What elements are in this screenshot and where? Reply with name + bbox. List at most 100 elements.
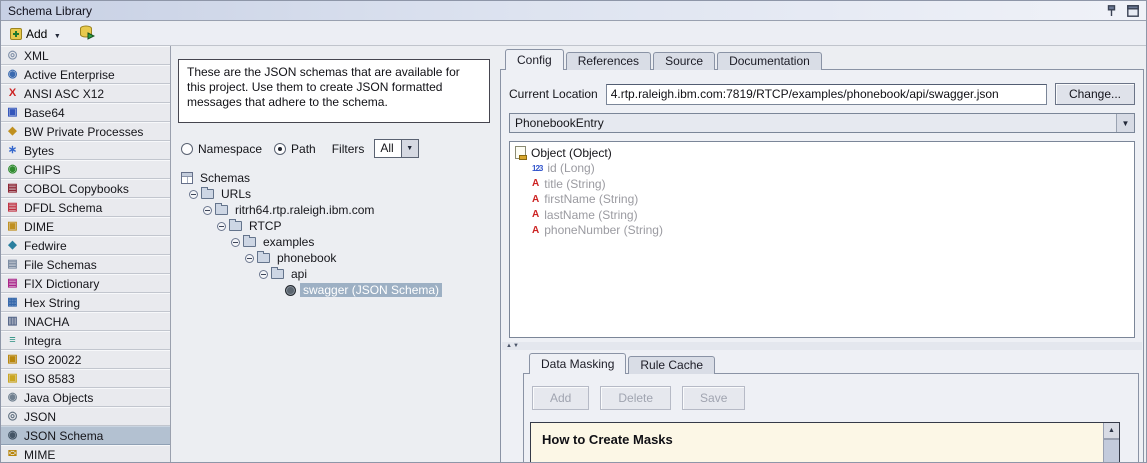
tree-expand-handle-icon[interactable] bbox=[189, 190, 198, 199]
inacha-icon: ▥ bbox=[6, 315, 19, 328]
tree-expand-handle-icon[interactable] bbox=[217, 222, 226, 231]
tree-expand-handle-icon[interactable] bbox=[245, 254, 254, 263]
filters-combobox[interactable]: All bbox=[374, 139, 418, 158]
titlebar[interactable]: Schema Library bbox=[1, 1, 1146, 21]
sidebar-item[interactable]: ✉ MIME bbox=[1, 445, 170, 462]
dfdl-schema-icon: ▤ bbox=[6, 201, 19, 214]
sidebar-item[interactable]: X ANSI ASC X12 bbox=[1, 84, 170, 103]
scroll-up-arrow-icon[interactable] bbox=[1104, 423, 1119, 439]
xml-icon: ◎ bbox=[6, 49, 19, 62]
schemas-root-icon bbox=[181, 172, 193, 184]
string-icon: A bbox=[532, 225, 539, 236]
hex-string-icon: ▦ bbox=[6, 296, 19, 309]
filters-dropdown-arrow-icon[interactable] bbox=[401, 140, 418, 157]
scrollbar-thumb[interactable] bbox=[1104, 439, 1119, 463]
sidebar-item[interactable]: ▤ File Schemas bbox=[1, 255, 170, 274]
tree-node[interactable]: api bbox=[181, 266, 496, 282]
add-button[interactable]: Add bbox=[6, 24, 67, 44]
fix-dictionary-icon: ▤ bbox=[6, 277, 19, 290]
tree-expand-handle-icon[interactable] bbox=[259, 270, 268, 279]
current-location-field[interactable] bbox=[606, 84, 1047, 105]
tree-node[interactable]: swagger (JSON Schema) bbox=[181, 282, 496, 298]
schema-browser-panel: These are the JSON schemas that are avai… bbox=[172, 46, 498, 462]
tab-rule-cache[interactable]: Rule Cache bbox=[628, 356, 715, 374]
float-window-icon[interactable] bbox=[1126, 4, 1140, 18]
sidebar-item[interactable]: ▥ INACHA bbox=[1, 312, 170, 331]
json-schema-icon bbox=[285, 285, 296, 296]
help-scrollbar[interactable] bbox=[1103, 423, 1119, 463]
entry-dropdown-arrow-icon[interactable] bbox=[1116, 114, 1134, 132]
tree-node[interactable]: URLs bbox=[181, 186, 496, 202]
tree-node[interactable]: examples bbox=[181, 234, 496, 250]
tree-node[interactable]: Schemas bbox=[181, 170, 496, 186]
filter-controls: Namespace Path Filters All bbox=[181, 139, 419, 158]
dime-icon: ▣ bbox=[6, 220, 19, 233]
tree-expand-handle-icon[interactable] bbox=[203, 206, 212, 215]
object-tree-node[interactable]: A title (String) bbox=[515, 176, 1129, 192]
schema-detail-panel: Config References Source Documentation C… bbox=[498, 46, 1146, 462]
splitter-collapse-arrows-icon[interactable]: ▲▼ bbox=[506, 343, 520, 349]
pin-icon[interactable] bbox=[1104, 4, 1118, 18]
change-location-button[interactable]: Change... bbox=[1055, 83, 1135, 105]
detail-tab-bar: Config References Source Documentation bbox=[505, 49, 824, 70]
sidebar-item[interactable]: ▣ Base64 bbox=[1, 103, 170, 122]
sidebar-item[interactable]: ◉ JSON Schema bbox=[1, 426, 170, 445]
sidebar-item[interactable]: ≡ Integra bbox=[1, 331, 170, 350]
path-radio-label: Path bbox=[291, 142, 316, 156]
sidebar-item[interactable]: ◉ Java Objects bbox=[1, 388, 170, 407]
namespace-radio[interactable] bbox=[181, 143, 193, 155]
tab-documentation[interactable]: Documentation bbox=[717, 52, 822, 70]
add-mask-button[interactable]: Add bbox=[532, 386, 589, 410]
tree-node[interactable]: ritrh64.rtp.raleigh.ibm.com bbox=[181, 202, 496, 218]
save-mask-button[interactable]: Save bbox=[682, 386, 745, 410]
java-objects-icon: ◉ bbox=[6, 391, 19, 404]
masking-tab-bar: Data Masking Rule Cache bbox=[529, 354, 717, 374]
object-tree-node[interactable]: A phoneNumber (String) bbox=[515, 223, 1129, 239]
filters-selected-value: All bbox=[375, 140, 400, 157]
sidebar-item[interactable]: ▣ ISO 8583 bbox=[1, 369, 170, 388]
sidebar-item[interactable]: ▦ Hex String bbox=[1, 293, 170, 312]
object-tree-node[interactable]: Object (Object) bbox=[515, 145, 1129, 161]
tree-node[interactable]: phonebook bbox=[181, 250, 496, 266]
tree-expand-handle-icon[interactable] bbox=[231, 238, 240, 247]
iso-8583-icon: ▣ bbox=[6, 372, 19, 385]
sidebar-item[interactable]: ◆ Fedwire bbox=[1, 236, 170, 255]
schema-library-window: Schema Library Add ◎ XML ◉ bbox=[0, 0, 1147, 463]
sidebar-item[interactable]: ◆ BW Private Processes bbox=[1, 122, 170, 141]
delete-mask-button[interactable]: Delete bbox=[600, 386, 671, 410]
mime-icon: ✉ bbox=[6, 448, 19, 461]
sidebar-item[interactable]: ▣ ISO 20022 bbox=[1, 350, 170, 369]
entry-combobox[interactable]: PhonebookEntry bbox=[509, 113, 1135, 133]
object-icon bbox=[515, 146, 526, 159]
tab-source[interactable]: Source bbox=[653, 52, 715, 70]
chips-icon: ◉ bbox=[6, 163, 19, 176]
sidebar-item[interactable]: ∗ Bytes bbox=[1, 141, 170, 160]
object-tree-node[interactable]: 123 id (Long) bbox=[515, 161, 1129, 177]
tab-references[interactable]: References bbox=[566, 52, 651, 70]
sidebar-item[interactable]: ▤ FIX Dictionary bbox=[1, 274, 170, 293]
sidebar-item[interactable]: ▤ COBOL Copybooks bbox=[1, 179, 170, 198]
ansi-asc-x12-icon: X bbox=[6, 87, 19, 100]
string-icon: A bbox=[532, 209, 539, 220]
entry-selected-value: PhonebookEntry bbox=[510, 114, 1116, 132]
filters-label: Filters bbox=[332, 142, 365, 156]
json-schema-icon: ◉ bbox=[6, 429, 19, 442]
sidebar-item[interactable]: ◉ CHIPS bbox=[1, 160, 170, 179]
sidebar-item[interactable]: ◎ XML bbox=[1, 46, 170, 65]
sidebar-item[interactable]: ▣ DIME bbox=[1, 217, 170, 236]
folder-icon bbox=[229, 221, 242, 231]
schema-description: These are the JSON schemas that are avai… bbox=[178, 59, 490, 123]
tab-data-masking[interactable]: Data Masking bbox=[529, 353, 626, 374]
folder-icon bbox=[271, 269, 284, 279]
tree-node[interactable]: RTCP bbox=[181, 218, 496, 234]
horizontal-splitter[interactable]: ▲▼ bbox=[502, 342, 1142, 350]
sidebar-item[interactable]: ▤ DFDL Schema bbox=[1, 198, 170, 217]
object-tree-node[interactable]: A firstName (String) bbox=[515, 192, 1129, 208]
sidebar-item[interactable]: ◎ JSON bbox=[1, 407, 170, 426]
tab-config[interactable]: Config bbox=[505, 49, 564, 70]
sidebar-item[interactable]: ◉ Active Enterprise bbox=[1, 65, 170, 84]
add-dropdown-arrow-icon[interactable] bbox=[51, 27, 63, 41]
import-schema-button[interactable] bbox=[77, 23, 97, 45]
path-radio[interactable] bbox=[274, 143, 286, 155]
object-tree-node[interactable]: A lastName (String) bbox=[515, 207, 1129, 223]
